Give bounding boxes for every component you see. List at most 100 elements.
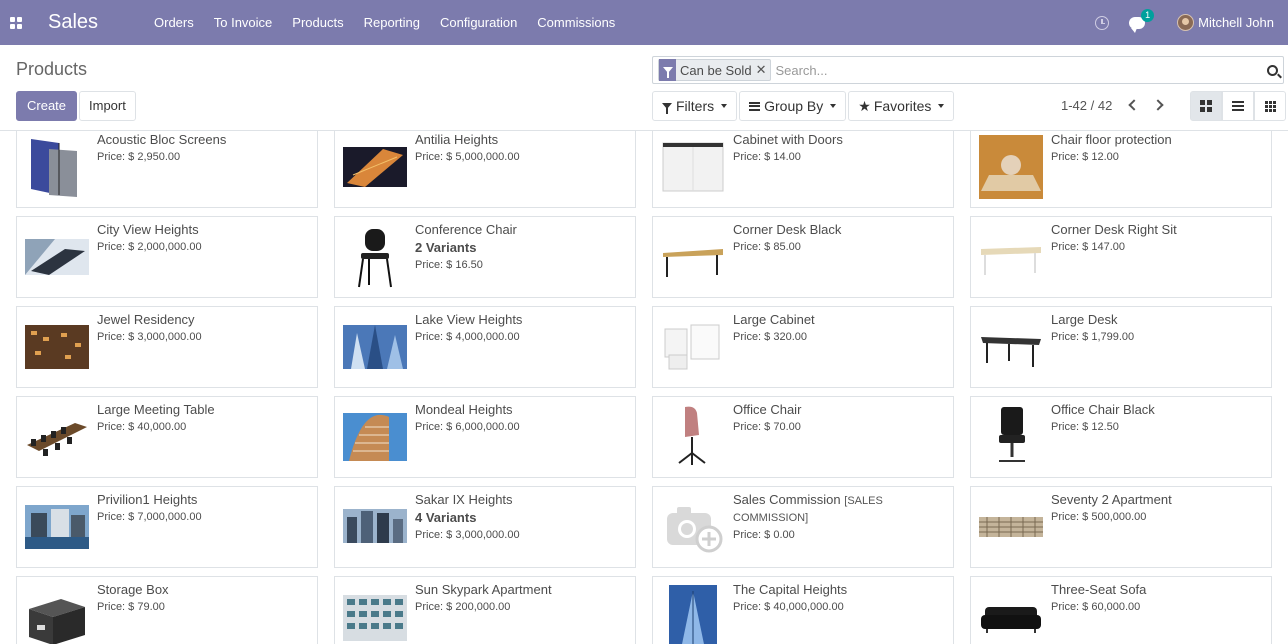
product-image: [343, 495, 407, 559]
favorites-label: Favorites: [873, 98, 932, 114]
menu-reporting[interactable]: Reporting: [354, 0, 430, 45]
product-name: Seventy 2 Apartment: [1051, 492, 1172, 507]
product-price: Price: $ 2,000,000.00: [97, 241, 202, 253]
apps-menu-icon[interactable]: [0, 0, 32, 45]
top-navbar: Sales Orders To Invoice Products Reporti…: [0, 0, 1288, 45]
product-name: Privilion1 Heights: [97, 492, 198, 507]
product-price: Price: $ 60,000.00: [1051, 601, 1141, 613]
menu-commissions[interactable]: Commissions: [527, 0, 625, 45]
caret-down-icon: [721, 104, 728, 108]
product-card[interactable]: Seventy 2 Apartment Price: $ 500,000.00: [970, 486, 1272, 568]
product-name: Office Chair: [733, 402, 802, 417]
product-card[interactable]: Cabinet with Doors Price: $ 14.00: [652, 131, 954, 208]
product-card-body: Corner Desk Right Sit Price: $ 147.00: [1051, 222, 1265, 254]
view-switcher: [1190, 91, 1286, 121]
product-card-body: City View Heights Price: $ 2,000,000.00: [97, 222, 311, 254]
product-card[interactable]: Sakar IX Heights 4 Variants Price: $ 3,000…: [334, 486, 636, 568]
control-panel: Products Create Import Can be Sold ✕ Fil…: [0, 45, 1288, 131]
filter-bar: Filters Group By ★ Favorites: [652, 91, 956, 121]
product-card[interactable]: Three-Seat Sofa Price: $ 60,000.00: [970, 576, 1272, 644]
activity-clock-icon[interactable]: [1095, 15, 1110, 30]
menu-configuration[interactable]: Configuration: [430, 0, 527, 45]
kanban-view-button[interactable]: [1190, 91, 1222, 121]
product-card[interactable]: City View Heights Price: $ 2,000,000.00: [16, 216, 318, 298]
product-image: [25, 405, 89, 469]
product-card[interactable]: The Capital Heights Price: $ 40,000,000.0…: [652, 576, 954, 644]
product-name: Corner Desk Right Sit: [1051, 222, 1177, 237]
product-image: [661, 495, 725, 559]
facet-remove-icon[interactable]: ✕: [756, 62, 771, 78]
product-card[interactable]: Corner Desk Black Price: $ 85.00: [652, 216, 954, 298]
product-card[interactable]: Jewel Residency Price: $ 3,000,000.00: [16, 306, 318, 388]
kanban-icon: [1200, 100, 1212, 112]
product-card[interactable]: Sales Commission [SALES COMMISSION] Price…: [652, 486, 954, 568]
product-image: [661, 315, 725, 379]
product-card[interactable]: Office Chair Black Price: $ 12.50: [970, 396, 1272, 478]
messaging-menu[interactable]: 1: [1129, 8, 1155, 33]
product-card-body: Chair floor protection Price: $ 12.00: [1051, 132, 1265, 164]
product-card-body: Storage Box Price: $ 79.00: [97, 582, 311, 614]
menu-orders[interactable]: Orders: [144, 0, 204, 45]
product-name: Chair floor protection: [1051, 132, 1172, 147]
filter-icon: [659, 59, 676, 81]
product-name: City View Heights: [97, 222, 199, 237]
product-variants: 4 Variants: [415, 510, 477, 525]
filters-button[interactable]: Filters: [652, 91, 738, 121]
user-avatar[interactable]: [1177, 14, 1195, 31]
product-price: Price: $ 40,000,000.00: [733, 601, 844, 613]
product-name: Sun Skypark Apartment: [415, 582, 552, 597]
product-image: [979, 585, 1043, 644]
app-name[interactable]: Sales: [48, 11, 138, 34]
product-card-body: Acoustic Bloc Screens Price: $ 2,950.00: [97, 132, 311, 164]
product-name: Large Cabinet: [733, 312, 815, 327]
product-card-body: Three-Seat Sofa Price: $ 60,000.00: [1051, 582, 1265, 614]
product-name: Lake View Heights: [415, 312, 523, 327]
product-card[interactable]: Large Cabinet Price: $ 320.00: [652, 306, 954, 388]
group-by-button[interactable]: Group By: [739, 91, 847, 121]
product-card[interactable]: Conference Chair 2 Variants Price: $ 16.50: [334, 216, 636, 298]
product-price: Price: $ 200,000.00: [415, 601, 511, 613]
search-input[interactable]: [775, 62, 1261, 78]
import-button[interactable]: Import: [79, 91, 136, 121]
product-card-body: Sakar IX Heights 4 Variants Price: $ 3,000…: [415, 492, 629, 542]
search-icon[interactable]: [1261, 57, 1283, 83]
product-card-body: The Capital Heights Price: $ 40,000,000.0…: [733, 582, 947, 614]
menu-to-invoice[interactable]: To Invoice: [204, 0, 283, 45]
product-card[interactable]: Mondeal Heights Price: $ 6,000,000.00: [334, 396, 636, 478]
product-card[interactable]: Office Chair Price: $ 70.00: [652, 396, 954, 478]
pivot-view-button[interactable]: [1254, 91, 1286, 121]
product-name: Sakar IX Heights: [415, 492, 513, 507]
create-button[interactable]: Create: [16, 91, 78, 121]
product-card[interactable]: Acoustic Bloc Screens Price: $ 2,950.00: [16, 131, 318, 208]
product-price: Price: $ 12.50: [1051, 421, 1119, 433]
pager-previous-icon[interactable]: [1128, 99, 1140, 111]
product-name: Conference Chair: [415, 222, 517, 237]
pager-next-icon[interactable]: [1152, 99, 1164, 111]
product-card[interactable]: Corner Desk Right Sit Price: $ 147.00: [970, 216, 1272, 298]
product-card[interactable]: Large Meeting Table Price: $ 40,000.00: [16, 396, 318, 478]
product-name: Jewel Residency: [97, 312, 195, 327]
product-card[interactable]: Large Desk Price: $ 1,799.00: [970, 306, 1272, 388]
product-image: [25, 495, 89, 559]
product-card[interactable]: Privilion1 Heights Price: $ 7,000,000.00: [16, 486, 318, 568]
product-price: Price: $ 6,000,000.00: [415, 421, 520, 433]
product-price: Price: $ 40,000.00: [97, 421, 187, 433]
product-card-body: Seventy 2 Apartment Price: $ 500,000.00: [1051, 492, 1265, 524]
product-card[interactable]: Lake View Heights Price: $ 4,000,000.00: [334, 306, 636, 388]
product-price: Price: $ 79.00: [97, 601, 165, 613]
list-view-button[interactable]: [1222, 91, 1254, 121]
product-card[interactable]: Storage Box Price: $ 79.00: [16, 576, 318, 644]
menu-products[interactable]: Products: [282, 0, 353, 45]
product-price: Price: $ 16.50: [415, 259, 483, 271]
pager-value[interactable]: 1-42 / 42: [1061, 98, 1112, 113]
product-image: [979, 315, 1043, 379]
user-name[interactable]: Mitchell John: [1198, 15, 1274, 30]
product-name: The Capital Heights: [733, 582, 848, 597]
chat-count-badge: 1: [1141, 8, 1155, 22]
product-card[interactable]: Sun Skypark Apartment Price: $ 200,000.00: [334, 576, 636, 644]
product-price: Price: $ 3,000,000.00: [415, 529, 520, 541]
product-image: [25, 135, 89, 199]
favorites-button[interactable]: ★ Favorites: [848, 91, 955, 121]
product-card[interactable]: Chair floor protection Price: $ 12.00: [970, 131, 1272, 208]
product-card[interactable]: Antilia Heights Price: $ 5,000,000.00: [334, 131, 636, 208]
